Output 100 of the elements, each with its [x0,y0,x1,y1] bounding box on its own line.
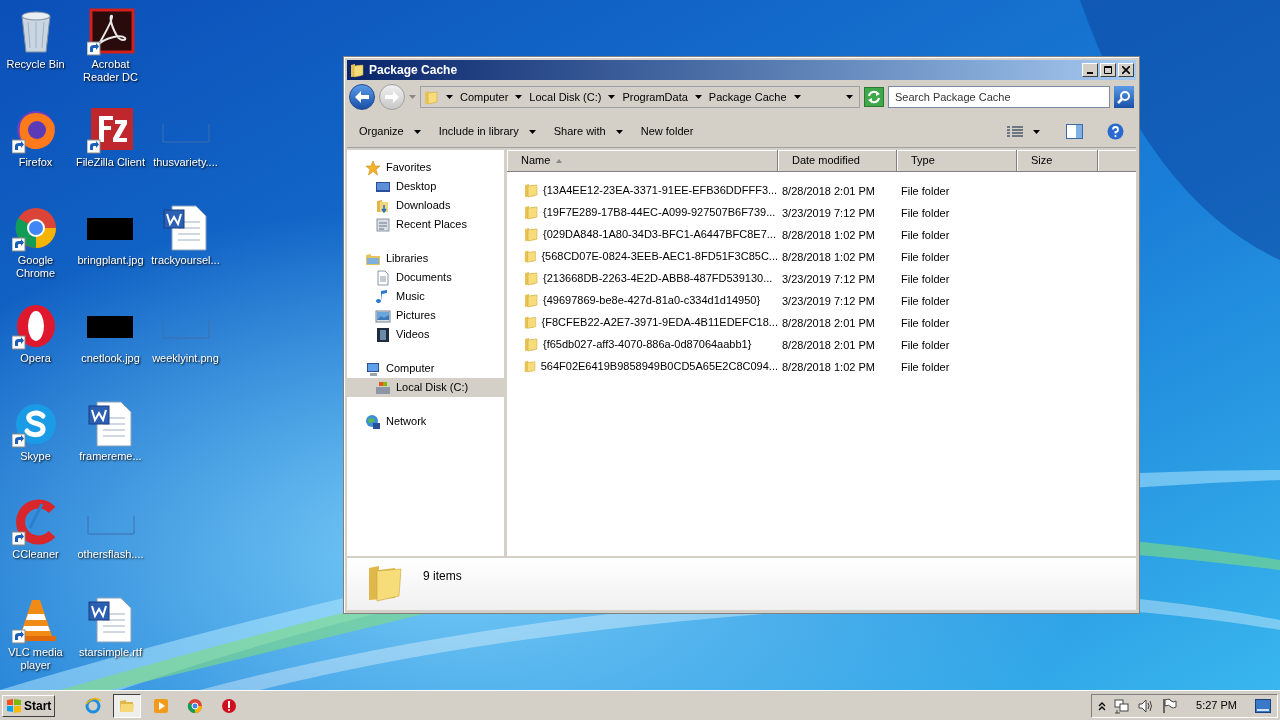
nav-label: Desktop [396,179,437,195]
column-header[interactable]: Size [1017,150,1098,172]
file-row[interactable]: {49697869-be8e-427d-81a0-c334d1d14950} 3/23/2019 7:12 PM File folder [507,289,1136,311]
toolbar-button[interactable]: Share with [553,123,623,140]
caret-icon [694,95,702,99]
folder-icon [523,182,539,198]
start-button[interactable]: Start [2,694,56,717]
table-cell: 3/23/2019 7:12 PM [782,207,875,219]
nav-item[interactable]: Videos [347,325,504,344]
filezilla-icon[interactable] [86,106,135,154]
document-icon[interactable] [86,596,135,644]
preview-pane-button[interactable] [1066,124,1083,139]
refresh-button[interactable] [864,87,884,107]
speaker-icon[interactable] [1138,697,1155,714]
network-icon[interactable] [1114,697,1131,714]
file-name: {F8CFEB22-A2E7-3971-9EDA-4B11EDEFC18... [541,314,778,330]
nav-label: Documents [396,270,452,286]
back-arrow-icon [355,91,369,103]
table-cell: 8/28/2018 2:01 PM [782,339,875,351]
nav-label: Network [386,414,427,430]
search-button[interactable] [1114,86,1134,108]
desktop-icon-label: trackyoursel... [150,254,221,267]
close-button[interactable] [1118,63,1134,77]
search-icon [1117,90,1131,104]
file-name: {029DA848-1A80-34D3-BFC1-A6447BFC8E7... [543,226,776,242]
file-name: {568CD07E-0824-3EEB-AEC1-8FD51F3C85C... [541,248,778,264]
folder-icon [523,226,539,242]
desktop-icon-label: othersflash.... [76,548,145,561]
nav-item[interactable]: Computer [347,359,504,378]
nav-item[interactable]: Music [347,287,504,306]
nav-label: Recent Places [396,217,467,233]
chevron-up-icon[interactable] [1098,700,1107,711]
nav-label: Downloads [396,198,451,214]
file-row[interactable]: {F8CFEB22-A2E7-3971-9EDA-4B11EDEFC18... 8/28/2018 2:01 PM File folder [507,311,1136,333]
pictures-icon [375,307,391,324]
search-input[interactable]: Search Package Cache [895,88,1103,106]
caret-icon [608,95,616,99]
file-row[interactable]: {19F7E289-17B8-44EC-A099-927507B6F739... 3/23/2019 7:12 PM File folder [507,201,1136,223]
file-name: {49697869-be8e-427d-81a0-c334d1d14950} [543,292,761,308]
nav-item[interactable]: Desktop [347,177,504,196]
nav-item[interactable]: Recent Places [347,215,504,234]
nav-label: Music [396,289,425,305]
nav-item[interactable]: Documents [347,268,504,287]
pane-icon [1066,124,1083,139]
documents-icon [375,269,391,286]
breadcrumb[interactable]: Local Disk (C:) [529,88,602,106]
address-bar[interactable]: Computer Local Disk (C:) ProgramData Package Cache [420,86,860,108]
toolbar-button[interactable]: Include in library [438,123,536,140]
file-row[interactable]: {f65db027-aff3-4070-886a-0d87064aabb1} 8/28/2018 2:01 PM File folder [507,333,1136,355]
help-button[interactable] [1107,123,1124,140]
column-header[interactable]: Date modified [778,150,897,172]
breadcrumb[interactable]: Computer [460,88,509,106]
file-row[interactable]: 564F02E6419B9858949B0CD5A65E2C8C094... 8/28/2018 1:02 PM File folder [507,355,1136,377]
acrobat-icon[interactable] [86,8,135,56]
view-button[interactable] [1007,125,1040,138]
show-desktop-icon[interactable] [1255,698,1271,713]
windows-logo-icon [6,698,22,713]
file-name: {213668DB-2263-4E2D-ABB8-487FD539130... [543,270,773,286]
search-field[interactable]: Search Package Cache [888,86,1110,108]
desktop-icon-label: Recycle Bin [5,58,66,71]
desktop-icon-label: framereme... [78,450,143,463]
nav-item[interactable]: Pictures [347,306,504,325]
file-name: {f65db027-aff3-4070-886a-0d87064aabb1} [543,336,752,352]
nav-item[interactable]: Downloads [347,196,504,215]
table-cell: 8/28/2018 2:01 PM [782,317,875,329]
folder-icon [523,248,538,264]
explorer-taskbar-icon[interactable] [113,693,142,718]
caret-icon [446,95,453,99]
table-cell: File folder [901,295,950,307]
document-icon[interactable] [86,400,135,448]
maximize-button[interactable] [1100,63,1116,77]
breadcrumb[interactable]: ProgramData [622,88,688,106]
nav-item[interactable]: Favorites [347,158,504,177]
breadcrumb[interactable]: Package Cache [708,88,787,106]
file-row[interactable]: {213668DB-2263-4E2D-ABB8-487FD539130... 3/23/2019 7:12 PM File folder [507,267,1136,289]
caret-icon [528,129,536,134]
file-row[interactable]: {13A4EE12-23EA-3371-91EE-EFB36DDFFF3... 8/28/2018 2:01 PM File folder [507,179,1136,201]
disk-icon [375,379,391,396]
toolbar-button[interactable]: Organize [359,123,421,140]
clock[interactable]: 5:27 PM [1196,697,1237,714]
column-header[interactable]: Type [897,150,1017,172]
file-row[interactable]: {029DA848-1A80-34D3-BFC1-A6447BFC8E7... 8/28/2018 1:02 PM File folder [507,223,1136,245]
item-count: 9 items [423,568,462,585]
window-title: Package Cache [369,62,459,79]
minimize-button[interactable] [1082,63,1098,77]
flag-icon[interactable] [1162,697,1179,714]
nav-item[interactable]: Local Disk (C:) [347,378,504,397]
document-icon[interactable] [161,204,210,252]
column-header[interactable]: Name [507,150,778,172]
file-row[interactable]: {568CD07E-0824-3EEB-AEC1-8FD51F3C85C... 8/28/2018 1:02 PM File folder [507,245,1136,267]
nav-item[interactable]: Network [347,412,504,431]
file-name: 564F02E6419B9858949B0CD5A65E2C8C094... [540,358,778,374]
nav-item[interactable]: Libraries [347,249,504,268]
back-button[interactable] [349,84,375,110]
table-cell: File folder [901,339,950,351]
toolbar-button[interactable]: New folder [640,123,694,140]
maximize-icon [1104,66,1112,74]
table-cell: File folder [901,229,950,241]
computer-icon [365,360,381,377]
desktop-icon-label: Opera [19,352,52,365]
